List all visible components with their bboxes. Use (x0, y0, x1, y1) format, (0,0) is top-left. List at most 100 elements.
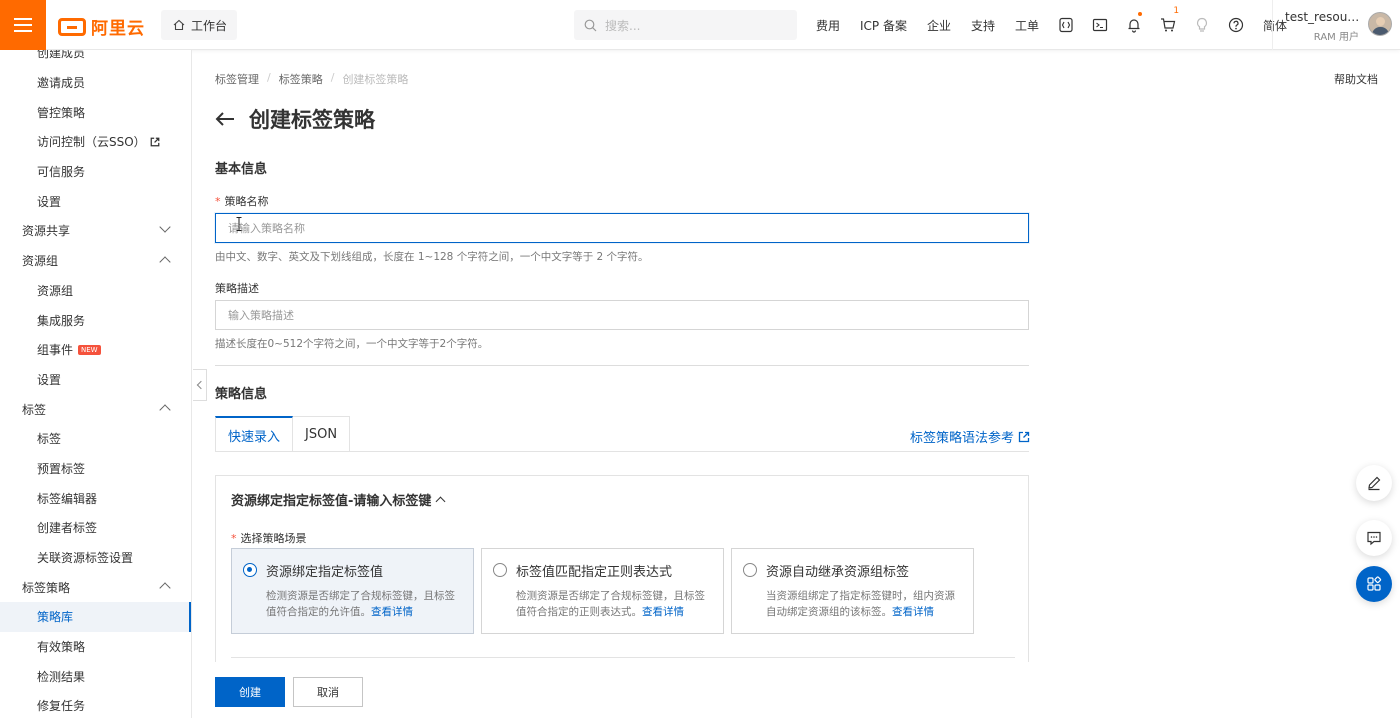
user-menu[interactable]: test_resour... RAM 用户 (1272, 0, 1400, 50)
sidebar-item-11[interactable]: 设置 (0, 365, 191, 395)
sidebar-item-label: 资源组 (22, 254, 59, 269)
user-name: test_resour... (1285, 10, 1361, 24)
chat-icon (1367, 531, 1381, 546)
sidebar-item-13[interactable]: 标签 (0, 424, 191, 454)
scene-label: * 选择策略场景 (231, 530, 307, 546)
footer-action-bar (192, 662, 1400, 718)
sidebar-item-21[interactable]: 检测结果 (0, 661, 191, 691)
basic-info-title: 基本信息 (215, 162, 268, 177)
new-badge: NEW (78, 344, 101, 355)
search-placeholder: 搜索... (605, 18, 641, 33)
cart-icon[interactable]: 1 (1151, 0, 1185, 50)
scene-card-title: 资源自动继承资源组标签 (766, 565, 910, 580)
feedback-float-button[interactable] (1356, 520, 1392, 556)
cloudshell-icon[interactable] (1049, 0, 1083, 50)
hamburger-menu-button[interactable] (0, 0, 46, 50)
radio-unselected[interactable] (743, 563, 757, 577)
aliyun-logo[interactable]: 阿里云 (58, 14, 145, 39)
pencil-icon (1368, 476, 1381, 491)
scene-card-inherit-rg-tag[interactable]: 资源自动继承资源组标签 当资源组绑定了指定标签键时，组内资源自动绑定资源组的该标… (731, 548, 974, 634)
external-link-icon (150, 137, 160, 147)
chevron-down-icon (159, 221, 171, 233)
scene-card-bind-tag-value[interactable]: 资源绑定指定标签值 检测资源是否绑定了合规标签键，且标签值符合指定的允许值。查看… (231, 548, 474, 634)
sidebar-item-label: 标签 (22, 402, 47, 417)
cart-count: 1 (1173, 6, 1180, 16)
sidebar-item-14[interactable]: 预置标签 (0, 454, 191, 484)
sidebar-item-10[interactable]: 组事件 NEW (0, 335, 191, 365)
sidebar-group-7[interactable]: 资源组 (0, 246, 191, 276)
policy-desc-input[interactable]: 输入策略描述 (215, 300, 1029, 330)
radio-selected[interactable] (243, 563, 257, 577)
breadcrumb-tag-policy[interactable]: 标签策略 (279, 71, 323, 87)
user-role: RAM 用户 (1313, 32, 1359, 43)
sidebar-item-3[interactable]: 访问控制（云SSO） (0, 127, 191, 157)
panel-title: 资源绑定指定标签值-请输入标签键 (231, 494, 432, 509)
policy-name-help: 由中文、数字、英文及下划线组成，长度在 1~128 个字符之间，一个中文字等于 … (215, 251, 649, 263)
syntax-reference-label: 标签策略语法参考 (910, 431, 1015, 446)
help-doc-link[interactable]: 帮助文档 (1334, 71, 1378, 87)
view-details-link[interactable]: 查看详情 (642, 606, 684, 618)
create-button[interactable]: 创建 (215, 677, 285, 707)
sidebar-item-15[interactable]: 标签编辑器 (0, 483, 191, 513)
sidebar-item-label: 有效策略 (37, 640, 86, 655)
sidebar-item-label: 邀请成员 (37, 76, 86, 91)
search-input[interactable]: 搜索... (574, 10, 797, 40)
top-navigation-bar: 阿里云 工作台 搜索... 费用 ICP 备案 企业 支持 工单 1 简体 te… (0, 0, 1400, 50)
edit-float-button[interactable] (1356, 465, 1392, 501)
tab-underline (215, 451, 1029, 452)
chevron-up-icon (435, 496, 446, 507)
scene-card-desc-text: 检测资源是否绑定了合规标签键，且标签值符合指定的允许值。 (266, 590, 455, 618)
sidebar-item-16[interactable]: 创建者标签 (0, 513, 191, 543)
sidebar-group-6[interactable]: 资源共享 (0, 216, 191, 246)
sidebar-item-2[interactable]: 管控策略 (0, 97, 191, 127)
policy-name-input[interactable]: 请输入策略名称 (215, 213, 1029, 243)
apps-float-button[interactable] (1356, 566, 1392, 602)
sidebar-item-0[interactable]: 创建成员 (0, 50, 191, 68)
sidebar-item-4[interactable]: 可信服务 (0, 157, 191, 187)
sidebar-item-label: 关联资源标签设置 (37, 551, 134, 566)
scene-card-desc: 当资源组绑定了指定标签键时，组内资源自动绑定资源组的该标签。查看详情 (766, 588, 961, 620)
ticket-link[interactable]: 工单 (1015, 17, 1039, 34)
panel-header[interactable]: 资源绑定指定标签值-请输入标签键 (231, 490, 446, 509)
back-arrow-icon[interactable] (215, 111, 235, 127)
icp-link[interactable]: ICP 备案 (860, 17, 907, 34)
notification-dot (1138, 12, 1143, 16)
enterprise-link[interactable]: 企业 (927, 17, 951, 34)
workbench-label: 工作台 (191, 18, 228, 33)
view-details-link[interactable]: 查看详情 (892, 606, 934, 618)
lightbulb-icon[interactable] (1185, 0, 1219, 50)
fees-link[interactable]: 费用 (816, 17, 840, 34)
syntax-reference-link[interactable]: 标签策略语法参考 (910, 427, 1030, 446)
sidebar-group-18[interactable]: 标签策略 (0, 572, 191, 602)
workbench-button[interactable]: 工作台 (161, 10, 237, 40)
sidebar-group-12[interactable]: 标签 (0, 394, 191, 424)
policy-desc-placeholder: 输入策略描述 (228, 309, 294, 322)
avatar (1368, 12, 1392, 36)
sidebar-item-label: 策略库 (37, 610, 74, 625)
sidebar-item-17[interactable]: 关联资源标签设置 (0, 543, 191, 573)
tab-json[interactable]: JSON (293, 416, 351, 452)
sidebar-item-label: 创建成员 (37, 50, 86, 61)
radio-unselected[interactable] (493, 563, 507, 577)
support-link[interactable]: 支持 (971, 17, 995, 34)
scene-card-desc: 检测资源是否绑定了合规标签键，且标签值符合指定的正则表达式。查看详情 (516, 588, 711, 620)
breadcrumb-tag-management[interactable]: 标签管理 (215, 71, 259, 87)
terminal-icon[interactable] (1083, 0, 1117, 50)
scene-card-regex-match[interactable]: 标签值匹配指定正则表达式 检测资源是否绑定了合规标签键，且标签值符合指定的正则表… (481, 548, 724, 634)
view-details-link[interactable]: 查看详情 (371, 606, 413, 618)
sidebar-item-8[interactable]: 资源组 (0, 276, 191, 306)
sidebar-item-label: 可信服务 (37, 165, 86, 180)
sidebar-item-1[interactable]: 邀请成员 (0, 68, 191, 98)
help-icon[interactable] (1219, 0, 1253, 50)
sidebar-item-20[interactable]: 有效策略 (0, 632, 191, 662)
notification-bell-icon[interactable] (1117, 0, 1151, 50)
sidebar-item-9[interactable]: 集成服务 (0, 305, 191, 335)
sidebar-item-label: 资源共享 (22, 224, 71, 239)
tab-quick-entry[interactable]: 快速录入 (215, 416, 294, 452)
sidebar-item-5[interactable]: 设置 (0, 186, 191, 216)
sidebar-item-label: 预置标签 (37, 461, 86, 476)
scene-card-title: 资源绑定指定标签值 (266, 565, 384, 580)
cancel-button[interactable]: 取消 (293, 677, 363, 707)
sidebar-item-22[interactable]: 修复任务 (0, 691, 191, 718)
sidebar-item-19[interactable]: 策略库 (0, 602, 191, 632)
